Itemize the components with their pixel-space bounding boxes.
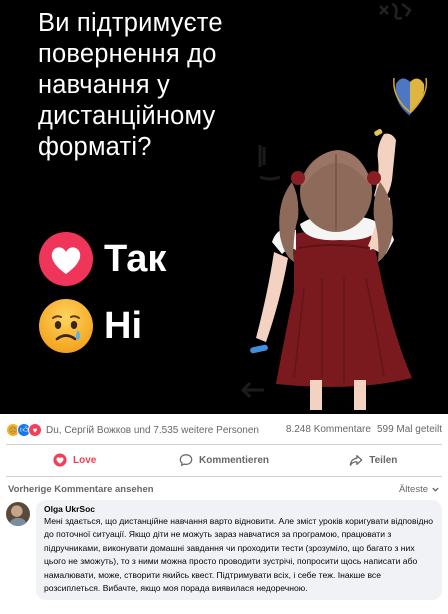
sad-reaction-icon <box>39 299 93 353</box>
love-icon <box>53 453 67 467</box>
vote-yes-label: Так <box>104 238 167 280</box>
reaction-names[interactable]: Du, Сергій Вожков und 7.535 weitere Pers… <box>46 425 259 436</box>
comment-text: Мені здається, що дистанційне навчання в… <box>44 516 433 594</box>
comment-bubble-icon <box>179 454 193 467</box>
comment-sort-dropdown[interactable]: Älteste <box>399 484 440 495</box>
heart-reaction-icon <box>39 232 93 286</box>
post-image[interactable]: Ви підтримуєте повернення до навчання у … <box>0 0 448 414</box>
shares-count[interactable]: 599 Mal geteilt <box>377 424 442 435</box>
chalk-scribble-icon <box>379 2 412 20</box>
view-previous-comments-link[interactable]: Vorherige Kommentare ansehen <box>8 484 154 495</box>
vote-no-label: Ні <box>104 305 142 347</box>
love-button[interactable]: Love <box>0 448 149 472</box>
share-arrow-icon <box>349 455 363 466</box>
comments-count[interactable]: 8.248 Kommentare <box>286 424 371 435</box>
divider <box>6 476 442 477</box>
share-button[interactable]: Teilen <box>299 448 448 472</box>
comment-button[interactable]: Kommentieren <box>149 448 298 472</box>
comment-sort-label: Älteste <box>398 483 428 495</box>
reactions-summary[interactable]: ☹ 👍︎ ♥ Du, Сергій Вожков und 7.535 weite… <box>0 420 448 440</box>
comment-item: Olga UkrSoc Мені здається, що дистанційн… <box>6 500 442 601</box>
post-action-bar: Love Kommentieren Teilen <box>0 448 448 472</box>
avatar[interactable] <box>6 502 30 526</box>
comment-author[interactable]: Olga UkrSoc <box>44 503 434 515</box>
vote-no-option: Ні <box>38 298 142 354</box>
chevron-down-icon <box>432 487 439 492</box>
reaction-icons-group[interactable]: ☹ 👍︎ ♥ <box>6 423 42 437</box>
girl-illustration <box>250 78 428 410</box>
divider <box>6 444 442 445</box>
comment-bubble: Olga UkrSoc Мені здається, що дистанційн… <box>36 500 442 601</box>
comments-header: Vorherige Kommentare ansehen Älteste <box>8 482 440 496</box>
love-label: Love <box>72 454 97 466</box>
share-label: Teilen <box>369 454 398 466</box>
comment-label: Kommentieren <box>198 454 269 466</box>
love-reaction-icon: ♥ <box>28 423 42 437</box>
vote-yes-option: Так <box>38 231 166 287</box>
